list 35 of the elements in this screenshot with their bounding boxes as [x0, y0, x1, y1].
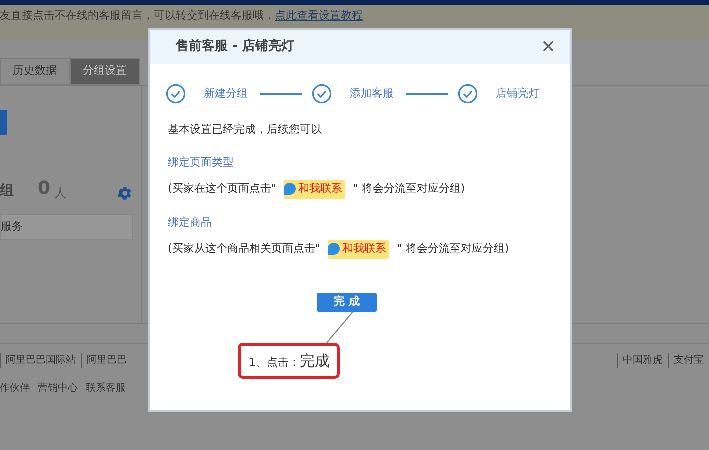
tab[interactable]: 分组设置 [70, 58, 140, 85]
leader-line [326, 312, 354, 342]
service-field[interactable]: 服务 [0, 214, 133, 240]
intro-text: 基本设置已经完成，后续您可以 [168, 122, 323, 138]
footer-link[interactable]: 支付宝 [668, 353, 709, 368]
count-unit: 人 [54, 185, 67, 202]
footer-link[interactable]: 营销中心 [38, 381, 78, 396]
finish-button[interactable]: 完 成 [317, 292, 377, 312]
step-label: 添加客服 [350, 86, 394, 102]
footer-link[interactable]: 阿里巴巴 [81, 353, 132, 368]
group-label: 组 [0, 182, 14, 201]
hint-text: (买家从这个商品相关页面点击" [168, 241, 320, 257]
hint-text: " 将会分流至对应分组) [353, 181, 466, 197]
group-count: 0 [38, 177, 51, 201]
footer-link[interactable]: 阿里巴巴国际站 [0, 353, 81, 368]
bind-link[interactable]: 绑定商品 [168, 214, 212, 231]
step-label: 新建分组 [204, 86, 248, 102]
tab[interactable]: 历史数据 [0, 58, 70, 85]
contact-badge: 和我联系 [284, 180, 346, 198]
hint-text: " 将会分流至对应分组) [397, 241, 510, 257]
hint-text: (买家在这个页面点击" [168, 181, 276, 197]
notice-text: 友直接点击不在线的客服留言，可以转交到在线客服哦， [0, 9, 275, 22]
chat-bubble-icon [328, 243, 340, 256]
contact-badge: 和我联系 [328, 240, 390, 258]
chat-bubble-icon [284, 183, 296, 196]
tutorial-link[interactable]: 点此查看设置教程 [275, 9, 363, 22]
step-label: 店铺亮灯 [496, 86, 540, 102]
dialog-title: 售前客服 - 店铺亮灯 [176, 38, 294, 56]
callout-text: 1、点击：完成 [249, 350, 329, 372]
settings-icon[interactable] [116, 184, 133, 202]
close-button[interactable]: × [540, 38, 556, 56]
bind-link[interactable]: 绑定页面类型 [168, 154, 234, 171]
footer-link[interactable]: 中国雅虎 [617, 353, 668, 368]
footer-link[interactable]: 联系客服 [86, 381, 126, 396]
footer-link[interactable]: 作伙伴 [0, 381, 30, 396]
